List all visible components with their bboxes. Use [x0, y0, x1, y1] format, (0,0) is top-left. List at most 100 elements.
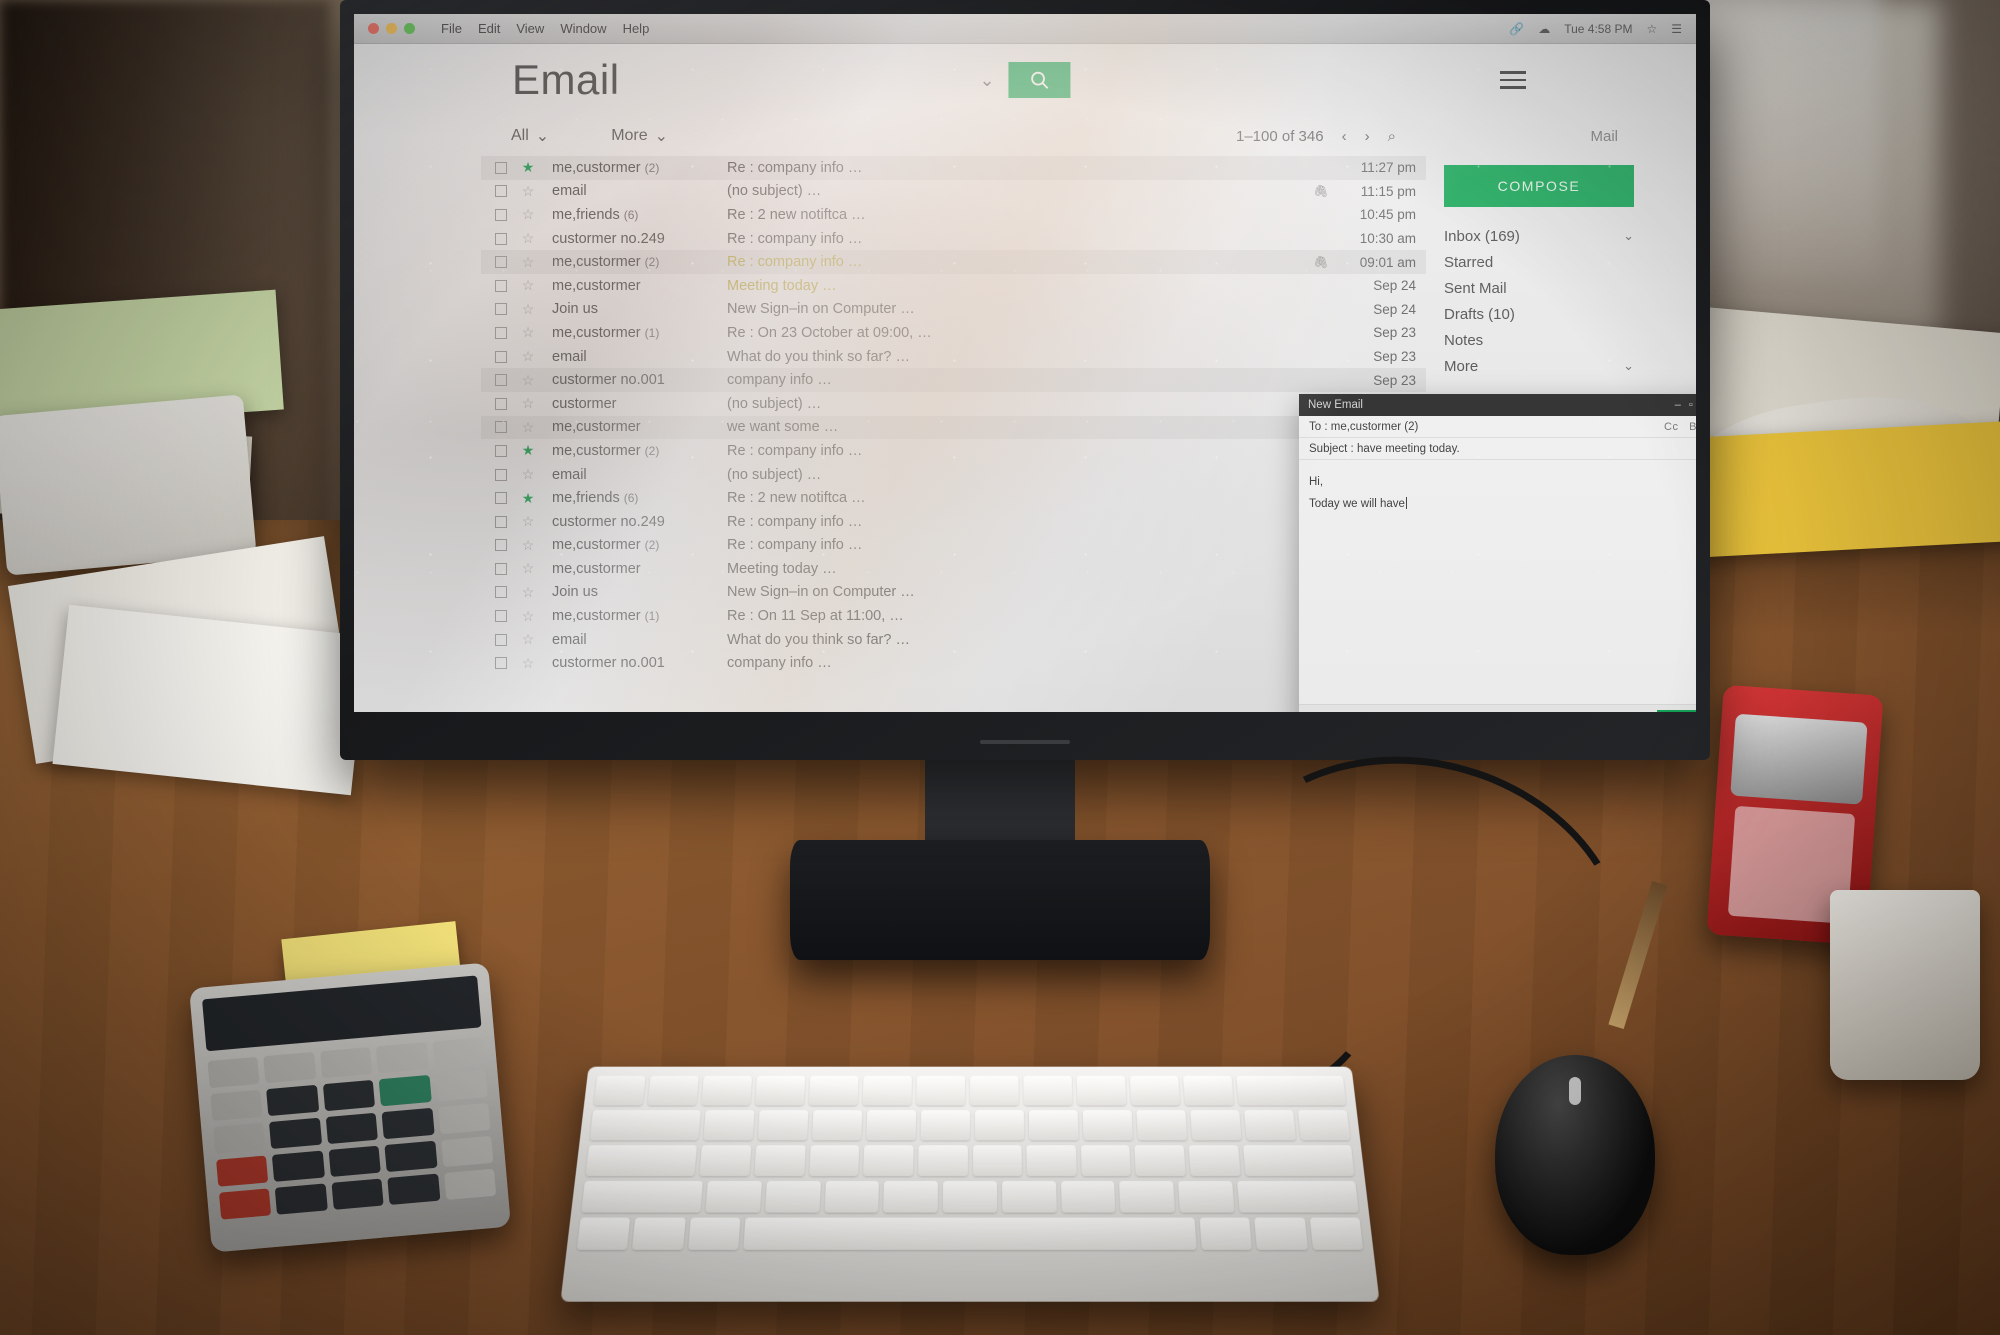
table-row[interactable]: ☆ me,custormer (2) Re : company info … 🖇 09:…: [481, 250, 1426, 274]
chevron-down-icon[interactable]: ⌄: [1623, 228, 1634, 244]
row-checkbox[interactable]: [495, 326, 507, 339]
chevron-down-icon[interactable]: ⌄: [1623, 358, 1634, 374]
table-row[interactable]: ★me,custormer (2)Re : company info …Sep …: [481, 439, 1426, 463]
table-row[interactable]: ☆me,custormer (2)Re : company info …Sep …: [481, 534, 1426, 558]
table-row[interactable]: ☆ me,custormer (1) Re : On 11 Sep at 11:00…: [481, 604, 1426, 628]
star-icon[interactable]: ☆: [516, 372, 540, 389]
table-row[interactable]: ☆ email What do you think so far? … Sep 23: [481, 345, 1426, 369]
table-row[interactable]: ☆ email (no subject) … 🖇 11:15 pm: [481, 180, 1426, 204]
row-checkbox[interactable]: [495, 468, 507, 481]
star-icon[interactable]: ☆: [516, 348, 540, 365]
table-row[interactable]: ☆ me,friends (6) Re : 2 new notiftca … 10:4…: [481, 203, 1426, 227]
chevron-left-icon[interactable]: ‹: [1342, 128, 1347, 145]
filter-all-dropdown[interactable]: All ⌄: [511, 126, 549, 146]
table-row[interactable]: ☆ me,custormer (1) Re : On 23 October at 0…: [481, 321, 1426, 345]
table-row[interactable]: ☆custormer (no subject) …Sep 21: [481, 392, 1426, 416]
sidebar-item-2[interactable]: Sent Mail: [1444, 275, 1634, 301]
row-checkbox[interactable]: [495, 610, 507, 623]
sidebar-item-4[interactable]: Notes: [1444, 327, 1634, 353]
table-row[interactable]: ☆custormer no.001 company info …Aug 21: [481, 651, 1426, 675]
star-icon[interactable]: ☆: [516, 419, 540, 436]
star-icon[interactable]: ☆: [516, 608, 540, 625]
chevron-down-icon[interactable]: ⌄: [979, 70, 994, 91]
row-checkbox[interactable]: [495, 208, 507, 221]
table-row[interactable]: ☆ custormer no.249 Re : company info … 10:…: [481, 227, 1426, 251]
row-checkbox[interactable]: [495, 657, 507, 670]
mouse-scroll-wheel[interactable]: [1569, 1077, 1581, 1105]
menu-file[interactable]: File: [441, 21, 462, 36]
row-checkbox[interactable]: [495, 397, 507, 410]
menu-icon[interactable]: ☰: [1671, 22, 1682, 36]
table-row[interactable]: ★ me,custormer (2) Re : company info … 11:2…: [481, 156, 1426, 180]
row-checkbox[interactable]: [495, 515, 507, 528]
keyboard[interactable]: [560, 1066, 1380, 1302]
table-row[interactable]: ☆me,custormer Meeting today …Aug 27: [481, 557, 1426, 581]
minimize-window-dot[interactable]: [386, 23, 397, 34]
row-checkbox[interactable]: [495, 539, 507, 552]
row-checkbox[interactable]: [495, 633, 507, 646]
table-row[interactable]: ☆ me,custormer Meeting today … Sep 24: [481, 274, 1426, 298]
table-row[interactable]: ☆me,custormer we want some …Sep 18: [481, 415, 1426, 440]
more-dropdown[interactable]: More ⌄: [611, 126, 668, 146]
star-icon[interactable]: ☆: [516, 560, 540, 577]
row-checkbox[interactable]: [495, 586, 507, 599]
table-row[interactable]: ★me,friends (6)Re : 2 new notiftca …🖇Sep…: [481, 486, 1426, 510]
menu-help[interactable]: Help: [623, 21, 650, 36]
row-checkbox[interactable]: [495, 374, 507, 387]
cc-bcc-toggle[interactable]: Cc Bcc: [1664, 421, 1696, 433]
star-icon[interactable]: ☆: [516, 513, 540, 530]
row-checkbox[interactable]: [495, 279, 507, 292]
sidebar-item-3[interactable]: Drafts (10): [1444, 301, 1634, 327]
star-icon[interactable]: ☆: [516, 324, 540, 341]
window-traffic-lights[interactable]: [368, 23, 415, 34]
hamburger-icon[interactable]: [1500, 71, 1526, 89]
compose-subject-field[interactable]: Subject : have meeting today. 🖇: [1299, 438, 1696, 460]
sidebar-item-1[interactable]: Starred: [1444, 249, 1634, 275]
sidebar-item-5[interactable]: More ⌄: [1444, 353, 1634, 379]
star-icon[interactable]: ☆: [516, 466, 540, 483]
star-icon[interactable]: ☆: [516, 631, 540, 648]
menu-window[interactable]: Window: [560, 21, 606, 36]
star-icon[interactable]: ★: [516, 159, 540, 176]
table-row[interactable]: ☆Join us New Sign–in on Computer …Aug 25: [481, 581, 1426, 605]
table-row[interactable]: ☆ custormer no.001 company info … Sep 23: [481, 368, 1426, 392]
star-icon[interactable]: ☆: [516, 206, 540, 223]
search-button[interactable]: [1008, 62, 1071, 98]
row-checkbox[interactable]: [495, 161, 507, 174]
table-row[interactable]: ☆email What do you think so far? …🖇Aug 2…: [481, 628, 1426, 652]
row-checkbox[interactable]: [495, 350, 507, 363]
menu-view[interactable]: View: [516, 21, 544, 36]
star-icon[interactable]: ☆: [516, 395, 540, 412]
compose-window[interactable]: New Email – ▫ ✕ To : me,custormer (2) Cc: [1299, 394, 1696, 712]
table-row[interactable]: ☆ Join us New Sign–in on Computer … Sep 24: [481, 298, 1426, 322]
star-icon[interactable]: ☆: [516, 537, 540, 554]
row-checkbox[interactable]: [495, 256, 507, 269]
row-checkbox[interactable]: [495, 421, 507, 434]
table-row[interactable]: ☆custormer no.249 Re : company info …Sep…: [481, 510, 1426, 534]
maximize-window-dot[interactable]: [404, 23, 415, 34]
maximize-icon[interactable]: ▫: [1689, 399, 1693, 412]
send-button[interactable]: Send: [1657, 709, 1696, 712]
menu-edit[interactable]: Edit: [478, 21, 500, 36]
star-icon[interactable]: ☆: [516, 277, 540, 294]
compose-button[interactable]: COMPOSE: [1444, 165, 1634, 207]
row-checkbox[interactable]: [495, 303, 507, 316]
close-window-dot[interactable]: [368, 23, 379, 34]
row-checkbox[interactable]: [495, 444, 507, 457]
row-checkbox[interactable]: [495, 232, 507, 245]
paperclip-icon[interactable]: 🖇: [1695, 442, 1696, 455]
star-icon[interactable]: ☆: [516, 584, 540, 601]
star-icon[interactable]: ☆: [516, 183, 540, 200]
minimize-icon[interactable]: –: [1675, 399, 1681, 412]
sidebar-item-0[interactable]: Inbox (169) ⌄: [1444, 223, 1634, 249]
compose-to-field[interactable]: To : me,custormer (2) Cc Bcc: [1299, 416, 1696, 438]
chevron-right-icon[interactable]: ›: [1365, 128, 1370, 145]
star-icon[interactable]: ☆: [516, 655, 540, 672]
star-icon[interactable]: ☆: [516, 301, 540, 318]
row-checkbox[interactable]: [495, 185, 507, 198]
row-checkbox[interactable]: [495, 562, 507, 575]
star-icon[interactable]: ☆: [516, 254, 540, 271]
row-checkbox[interactable]: [495, 492, 507, 505]
star-icon[interactable]: ★: [516, 490, 540, 507]
compose-body[interactable]: Hi, Today we will have: [1299, 460, 1696, 704]
